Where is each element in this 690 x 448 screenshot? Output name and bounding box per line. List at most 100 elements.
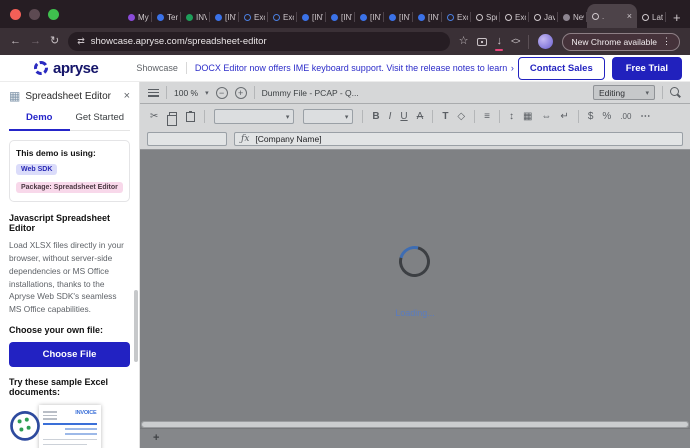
search-icon[interactable]: [670, 87, 679, 96]
browser-tab-active[interactable]: . ×: [587, 4, 637, 28]
omnibox[interactable]: ⇄ showcase.apryse.com/spreadsheet-editor: [68, 32, 449, 51]
profile-avatar[interactable]: [538, 34, 553, 49]
zoom-window-button[interactable]: [48, 9, 59, 20]
more-options-icon[interactable]: ⋯: [640, 112, 650, 122]
browser-tab[interactable]: New: [558, 7, 587, 28]
browser-tab[interactable]: [INV: [297, 7, 326, 28]
divider: [474, 110, 475, 123]
formula-input[interactable]: ƒx [Company Name]: [234, 132, 683, 146]
announcement-link[interactable]: DOCX Editor now offers IME keyboard supp…: [195, 63, 509, 73]
browser-tab[interactable]: [INV: [355, 7, 384, 28]
tab-label: .: [602, 12, 604, 21]
chrome-update-button[interactable]: New Chrome available ⋮: [562, 33, 680, 51]
font-size-select[interactable]: ▾: [303, 109, 353, 124]
minimize-window-button[interactable]: [29, 9, 40, 20]
bold-icon[interactable]: B: [372, 112, 379, 122]
cut-icon[interactable]: ✂: [150, 112, 158, 122]
websdk-badge: Web SDK: [16, 164, 57, 175]
invoice-word: INVOICE: [75, 410, 96, 416]
close-window-button[interactable]: [10, 9, 21, 20]
tab-label: Late: [652, 13, 663, 22]
tab-close-icon[interactable]: ×: [627, 12, 632, 21]
browser-menu-icon[interactable]: ⋮: [662, 36, 671, 47]
free-trial-button[interactable]: Free Trial: [612, 57, 682, 80]
scrollbar-thumb[interactable]: [142, 422, 688, 427]
tab-favicon: [447, 14, 454, 21]
zoom-out-button[interactable]: −: [216, 87, 228, 99]
paste-icon[interactable]: [186, 112, 195, 122]
divider: [254, 86, 255, 99]
loading-text: Loading...: [140, 308, 690, 318]
chevron-down-icon[interactable]: ▾: [205, 89, 209, 97]
browser-tab[interactable]: Exce: [268, 7, 297, 28]
back-icon[interactable]: ←: [10, 36, 21, 47]
panel-title: Spreadsheet Editor: [25, 91, 118, 102]
media-controls-icon[interactable]: [477, 38, 487, 46]
choose-file-label: Choose your own file:: [9, 325, 130, 335]
browser-tab[interactable]: [INV: [326, 7, 355, 28]
download-icon[interactable]: ↓: [496, 36, 502, 48]
zoom-level[interactable]: 100 %: [174, 88, 198, 98]
underline-icon[interactable]: U: [400, 112, 407, 122]
tab-get-started[interactable]: Get Started: [70, 112, 131, 130]
zoom-in-button[interactable]: +: [235, 87, 247, 99]
menu-icon[interactable]: [148, 89, 159, 97]
browser-tab[interactable]: Tem: [152, 7, 181, 28]
choose-file-button[interactable]: Choose File: [9, 342, 130, 367]
text-color-icon[interactable]: T: [442, 112, 448, 122]
strikethrough-icon[interactable]: A: [417, 112, 424, 122]
sidebar-scrollbar[interactable]: [134, 290, 138, 362]
copy-icon[interactable]: [169, 112, 177, 121]
wrap-text-icon[interactable]: ↵: [560, 112, 568, 122]
browser-tab[interactable]: INV: [181, 7, 210, 28]
browser-tab[interactable]: [INV: [210, 7, 239, 28]
vertical-align-icon[interactable]: ↕: [509, 112, 514, 122]
bookmark-icon[interactable]: ☆: [459, 36, 469, 47]
fill-color-icon[interactable]: ◇: [457, 112, 465, 122]
new-tab-button[interactable]: +: [673, 11, 681, 24]
cookie-consent-icon[interactable]: [4, 407, 46, 448]
percent-format-icon[interactable]: %: [602, 112, 611, 122]
tabs-container: Myt Tem INV [INV: [123, 0, 686, 28]
url-text[interactable]: showcase.apryse.com/spreadsheet-editor: [91, 36, 267, 47]
site-header: apryse Showcase DOCX Editor now offers I…: [0, 55, 690, 82]
browser-tab[interactable]: [INV: [384, 7, 413, 28]
demo-sidebar: ▦ Spreadsheet Editor × Demo Get Started …: [0, 82, 140, 448]
tab-label: Spre: [486, 13, 497, 22]
browser-tab[interactable]: Java: [529, 7, 558, 28]
cell-reference-input[interactable]: [147, 132, 227, 146]
site-settings-icon[interactable]: ⇄: [77, 36, 85, 47]
browser-tab[interactable]: Exce: [442, 7, 471, 28]
tab-label: New: [573, 13, 584, 22]
align-icon[interactable]: ≡: [484, 112, 490, 122]
font-family-select[interactable]: ▾: [214, 109, 294, 124]
italic-icon[interactable]: I: [389, 112, 392, 122]
editing-mode-select[interactable]: Editing ▾: [593, 85, 655, 100]
apryse-logo[interactable]: apryse: [34, 60, 98, 77]
horizontal-scrollbar[interactable]: [141, 421, 689, 428]
browser-tab[interactable]: Myt: [123, 7, 152, 28]
browser-tab[interactable]: Late: [637, 7, 666, 28]
reload-icon[interactable]: ↻: [50, 36, 59, 47]
tab-label: [INV: [428, 13, 439, 22]
borders-icon[interactable]: ▦: [523, 112, 532, 122]
tab-label: Exce: [515, 13, 526, 22]
tab-demo[interactable]: Demo: [9, 112, 70, 131]
browser-tab[interactable]: [INV: [413, 7, 442, 28]
invoice-thumbnail[interactable]: INVOICE: [39, 405, 101, 448]
currency-format-icon[interactable]: $: [588, 112, 594, 122]
formula-bar: ƒx [Company Name]: [140, 129, 690, 150]
browser-tab[interactable]: Spre: [471, 7, 500, 28]
close-panel-icon[interactable]: ×: [124, 91, 130, 102]
browser-tab[interactable]: Exce: [239, 7, 268, 28]
browser-tab[interactable]: Exce: [500, 7, 529, 28]
devtools-icon[interactable]: <>: [511, 37, 520, 46]
forward-icon[interactable]: →: [30, 36, 41, 47]
merge-cells-icon[interactable]: ⇔: [541, 112, 551, 122]
contact-sales-button[interactable]: Contact Sales: [518, 57, 605, 80]
tab-label: Exce: [457, 13, 468, 22]
divider: [578, 110, 579, 123]
decimal-format-icon[interactable]: .00: [620, 113, 631, 121]
add-sheet-button[interactable]: +: [153, 433, 159, 444]
apryse-logo-text: apryse: [53, 60, 98, 77]
